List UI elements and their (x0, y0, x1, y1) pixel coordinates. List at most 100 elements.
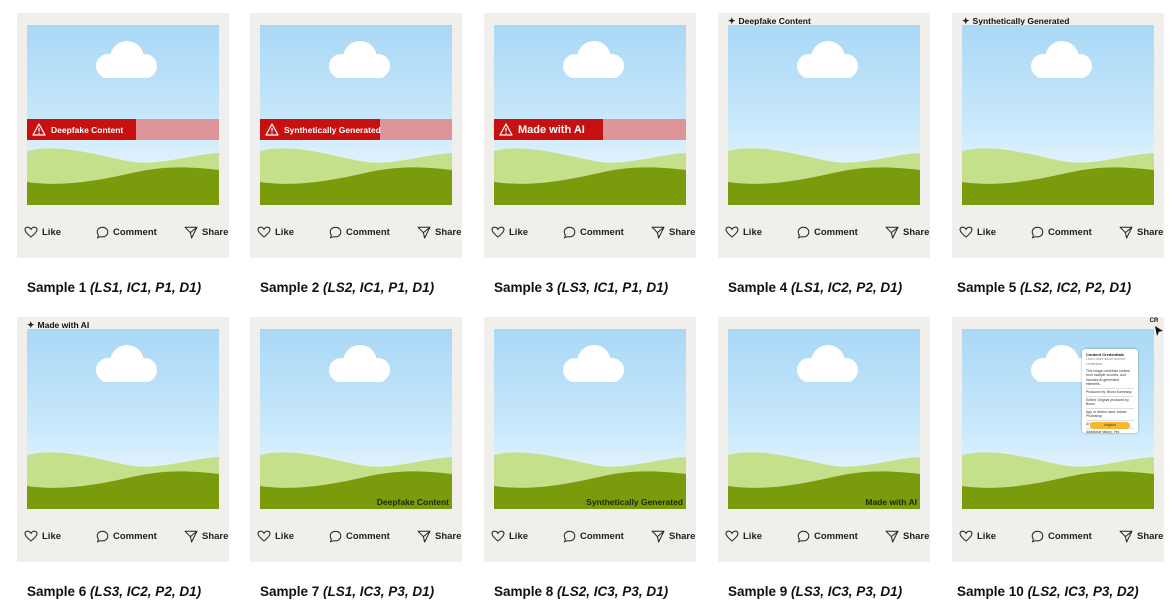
share-button[interactable]: Share (417, 530, 461, 543)
post-image (962, 25, 1154, 205)
post-card: ✦ Synthetically Generated Like Comment Shar… (952, 13, 1164, 258)
sample-params: (LS2, IC1, P1, D1) (323, 280, 435, 295)
comment-button[interactable]: Comment (563, 530, 624, 543)
sample-caption: Sample 10 (LS2, IC3, P3, D2) (957, 584, 1139, 599)
like-label: Like (509, 530, 529, 542)
like-button[interactable]: Like (725, 530, 762, 542)
post-actions: Like Comment Share (718, 527, 930, 547)
sample-name: Sample 4 (728, 280, 788, 295)
heart-icon (491, 530, 505, 542)
like-button[interactable]: Like (24, 226, 61, 238)
comment-button[interactable]: Comment (96, 226, 157, 239)
like-label: Like (743, 530, 763, 542)
heart-icon (24, 226, 38, 238)
sample-params: (LS1, IC3, P3, D1) (323, 584, 435, 599)
sample-params: (LS2, IC3, P3, D1) (557, 584, 669, 599)
share-icon (417, 530, 431, 543)
comment-button[interactable]: Comment (329, 226, 390, 239)
comment-button[interactable]: Comment (797, 530, 858, 543)
heart-icon (257, 530, 271, 542)
share-button[interactable]: Share (885, 530, 929, 543)
sample-name: Sample 2 (260, 280, 320, 295)
share-label: Share (202, 531, 229, 542)
panel-intro: This image combines content from multipl… (1086, 368, 1131, 387)
sample-name: Sample 1 (27, 280, 87, 295)
share-label: Share (669, 227, 696, 238)
like-label: Like (509, 226, 529, 238)
comment-button[interactable]: Comment (1031, 226, 1092, 239)
like-button[interactable]: Like (725, 226, 762, 238)
like-button[interactable]: Like (257, 226, 294, 238)
share-button[interactable]: Share (885, 226, 929, 239)
share-button[interactable]: Share (651, 226, 695, 239)
post-image: Synthetically Generated (494, 329, 686, 509)
share-icon (1119, 530, 1133, 543)
share-label: Share (1137, 531, 1164, 542)
sample-name: Sample 9 (728, 584, 788, 599)
inspect-button[interactable]: Inspect (1090, 422, 1130, 429)
post-actions: Like Comment Share (718, 223, 930, 243)
post-image: Made with AI (494, 25, 686, 205)
cursor-icon (1155, 326, 1163, 336)
share-button[interactable]: Share (417, 226, 461, 239)
share-button[interactable]: Share (184, 530, 228, 543)
comment-label: Comment (113, 531, 157, 542)
comment-icon (329, 530, 342, 543)
comment-label: Comment (346, 531, 390, 542)
warning-icon (32, 123, 46, 136)
sample-name: Sample 5 (957, 280, 1017, 295)
comment-button[interactable]: Comment (329, 530, 390, 543)
warning-icon (499, 123, 513, 136)
ai-warning-label: Deepfake Content (27, 119, 136, 140)
share-button[interactable]: Share (651, 530, 695, 543)
comment-button[interactable]: Comment (563, 226, 624, 239)
heart-icon (725, 530, 739, 542)
ai-warning-banner: Synthetically Generated (260, 119, 452, 140)
post-card: Synthetically Generated Like Comment Share (250, 13, 462, 258)
share-icon (885, 530, 899, 543)
share-icon (184, 226, 198, 239)
like-button[interactable]: Like (491, 530, 528, 542)
samples-grid: Deepfake Content Like Comment Share Sample 1… (0, 0, 1174, 605)
comment-icon (96, 530, 109, 543)
comment-icon (797, 226, 810, 239)
share-button[interactable]: Share (1119, 530, 1163, 543)
like-button[interactable]: Like (24, 530, 61, 542)
sample-caption: Sample 4 (LS1, IC2, P2, D1) (728, 280, 902, 295)
post-card: ✦ Made with AI Like Comment Share (17, 317, 229, 562)
like-button[interactable]: Like (959, 530, 996, 542)
post-actions: Like Comment Share (484, 223, 696, 243)
share-button[interactable]: Share (184, 226, 228, 239)
panel-line: Edited: Original produced by Bruno (1086, 395, 1134, 407)
comment-label: Comment (580, 227, 624, 238)
heart-icon (24, 530, 38, 542)
post-image (728, 25, 920, 205)
sample-caption: Sample 5 (LS2, IC2, P2, D1) (957, 280, 1131, 295)
comment-label: Comment (814, 227, 858, 238)
share-button[interactable]: Share (1119, 226, 1163, 239)
share-label: Share (669, 531, 696, 542)
sample-params: (LS3, IC1, P1, D1) (557, 280, 669, 295)
cloud-icon (563, 41, 624, 78)
like-button[interactable]: Like (491, 226, 528, 238)
comment-button[interactable]: Comment (96, 530, 157, 543)
ai-warning-text: Made with AI (518, 123, 585, 136)
sample-params: (LS2, IC3, P3, D2) (1027, 584, 1139, 599)
comment-label: Comment (580, 531, 624, 542)
sample-name: Sample 6 (27, 584, 87, 599)
sample-params: (LS3, IC2, P2, D1) (90, 584, 202, 599)
post-actions: Like Comment Share (484, 527, 696, 547)
sample-caption: Sample 7 (LS1, IC3, P3, D1) (260, 584, 434, 599)
panel-line: Produced by: Bruno Kaminsky (1086, 387, 1134, 395)
like-button[interactable]: Like (959, 226, 996, 238)
comment-icon (329, 226, 342, 239)
comment-button[interactable]: Comment (797, 226, 858, 239)
comment-label: Comment (346, 227, 390, 238)
like-button[interactable]: Like (257, 530, 294, 542)
share-icon (651, 530, 665, 543)
comment-button[interactable]: Comment (1031, 530, 1092, 543)
comment-icon (1031, 530, 1044, 543)
sample-caption: Sample 3 (LS3, IC1, P1, D1) (494, 280, 668, 295)
comment-label: Comment (1048, 531, 1092, 542)
sample-caption: Sample 9 (LS3, IC3, P3, D1) (728, 584, 902, 599)
